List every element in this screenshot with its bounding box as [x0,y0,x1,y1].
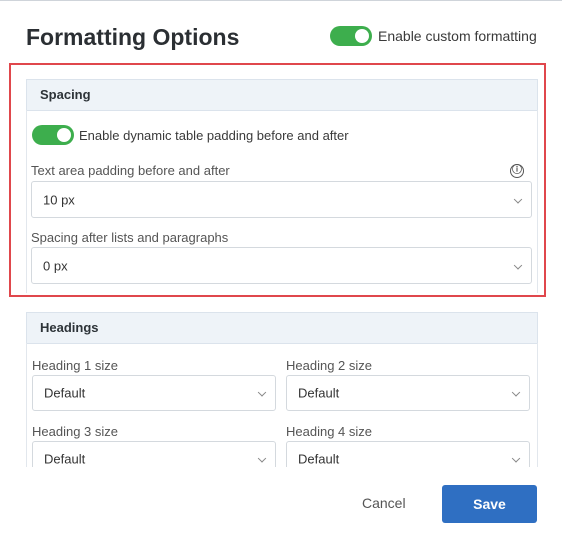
heading-3-label: Heading 3 size [32,424,118,439]
heading-1-label: Heading 1 size [32,358,118,373]
text-padding-select[interactable]: 10 px [31,181,532,218]
custom-formatting-toggle[interactable] [330,26,372,46]
dynamic-padding-label: Enable dynamic table padding before and … [79,128,349,143]
chevron-down-icon [513,194,523,204]
heading-1-select[interactable]: Default [32,375,276,411]
text-padding-value: 10 px [43,192,75,207]
dialog-title: Formatting Options [26,24,240,50]
chevron-down-icon [513,260,523,270]
chevron-down-icon [511,454,521,463]
after-lists-select[interactable]: 0 px [31,247,532,284]
text-padding-label: Text area padding before and after [31,163,230,178]
heading-4-label: Heading 4 size [286,424,372,439]
spacing-section-header: Spacing [26,79,538,111]
toggle-knob [355,29,369,43]
chevron-down-icon [257,454,267,463]
chevron-down-icon [511,388,521,397]
heading-2-select[interactable]: Default [286,375,530,411]
headings-section-header: Headings [26,312,538,344]
info-icon[interactable]: ⓘ [510,164,524,178]
after-lists-label: Spacing after lists and paragraphs [31,230,229,245]
cancel-button[interactable]: Cancel [362,495,406,511]
dynamic-padding-toggle[interactable] [32,125,74,145]
heading-4-value: Default [298,451,340,467]
custom-formatting-label: Enable custom formatting [378,28,537,44]
heading-4-select[interactable]: Default [286,441,530,467]
after-lists-value: 0 px [43,258,68,273]
heading-2-label: Heading 2 size [286,358,372,373]
chevron-down-icon [257,388,267,397]
heading-2-value: Default [298,385,340,401]
heading-3-value: Default [44,451,86,467]
toggle-knob [57,128,71,142]
heading-3-select[interactable]: Default [32,441,276,467]
top-divider [0,0,562,1]
headings-section-body: Heading 1 size Default Heading 2 size De… [26,343,538,467]
heading-1-value: Default [44,385,86,401]
save-button[interactable]: Save [442,485,537,523]
